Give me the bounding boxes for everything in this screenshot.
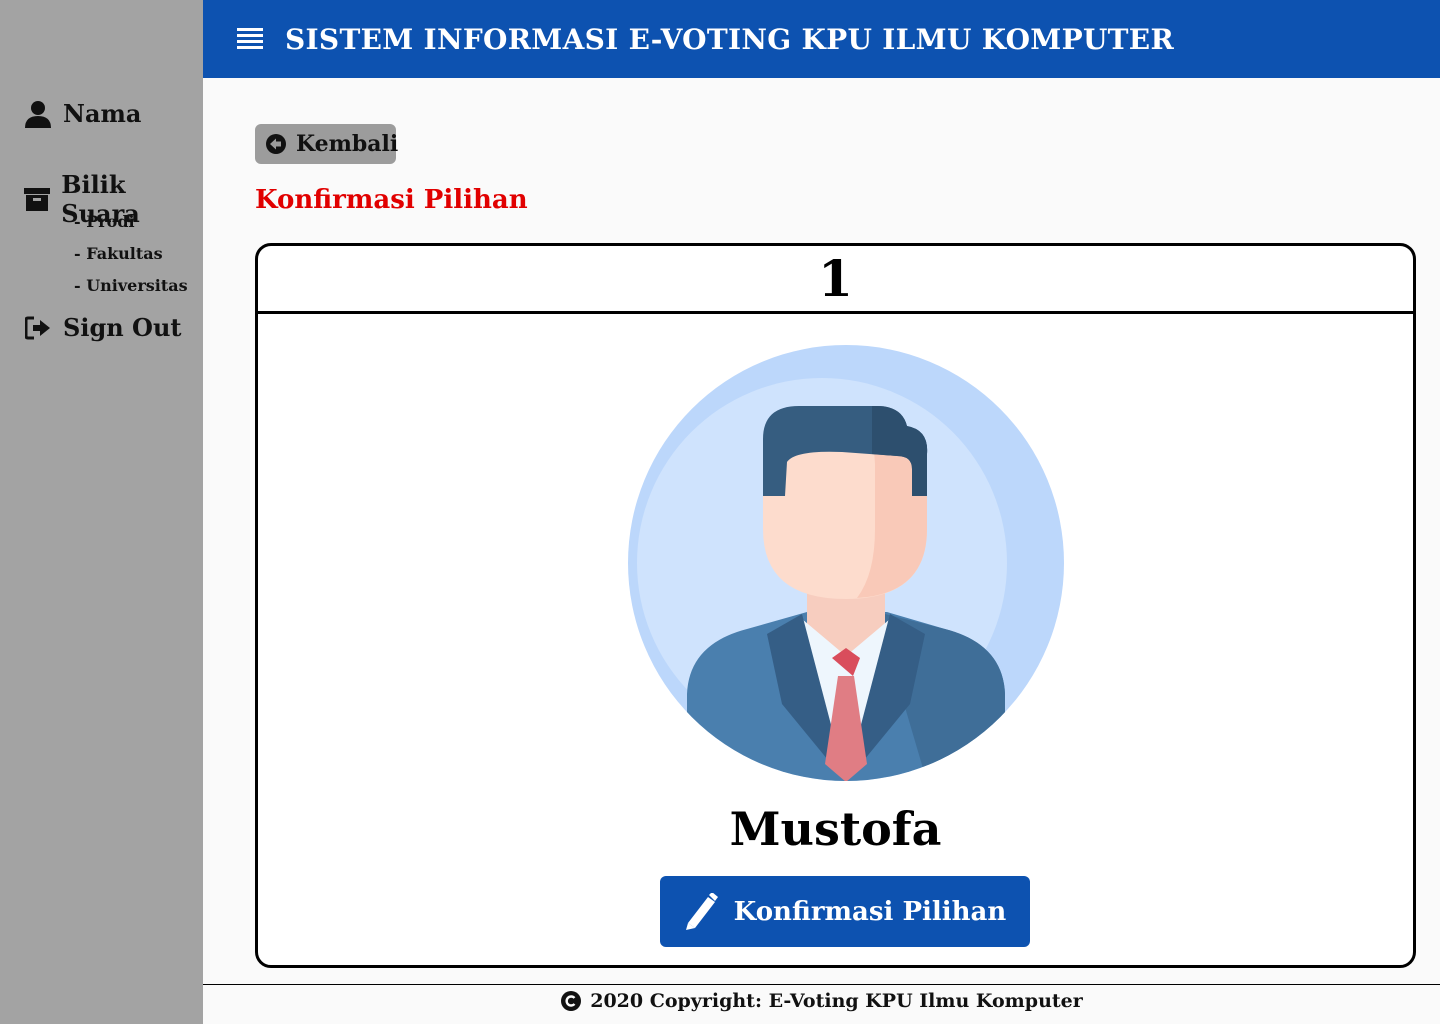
sidebar-item-sign-out[interactable]: Sign Out [24,313,181,342]
app-title: SISTEM INFORMASI E-VOTING KPU ILMU KOMPU… [285,22,1175,56]
section-title: Konfirmasi Pilihan [255,185,528,215]
user-icon [24,100,52,128]
footer: 2020 Copyright: E-Voting KPU Ilmu Komput… [203,990,1440,1012]
hamburger-icon[interactable] [237,28,263,50]
footer-divider [203,984,1440,985]
sidebar: Nama Bilik Suara - Prodi - Fakultas - Un… [0,0,203,1024]
copyright-icon [560,990,582,1012]
sidebar-item-label: Sign Out [63,313,182,342]
back-label: Kembali [296,131,399,157]
archive-icon [24,185,51,213]
confirm-choice-button[interactable]: Konfirmasi Pilihan [660,876,1030,947]
sidebar-item-label: Nama [63,99,142,128]
sign-out-icon [24,314,52,342]
candidate-avatar [627,344,1065,782]
sidebar-subitem-prodi[interactable]: - Prodi [74,212,135,231]
back-button[interactable]: Kembali [255,124,399,164]
candidate-name: Mustofa [729,802,942,856]
sidebar-subitem-fakultas[interactable]: - Fakultas [74,244,163,263]
arrow-circle-left-icon [265,133,287,155]
candidate-card: 1 Mustofa Konfirmasi Pilihan [255,243,1416,968]
confirm-choice-label: Konfirmasi Pilihan [733,896,1007,927]
pencil-icon [684,891,718,931]
top-bar: SISTEM INFORMASI E-VOTING KPU ILMU KOMPU… [203,0,1440,78]
sidebar-subitem-universitas[interactable]: - Universitas [74,276,188,295]
candidate-number: 1 [258,246,1413,314]
footer-text: 2020 Copyright: E-Voting KPU Ilmu Komput… [590,990,1083,1012]
sidebar-item-nama[interactable]: Nama [24,99,141,128]
